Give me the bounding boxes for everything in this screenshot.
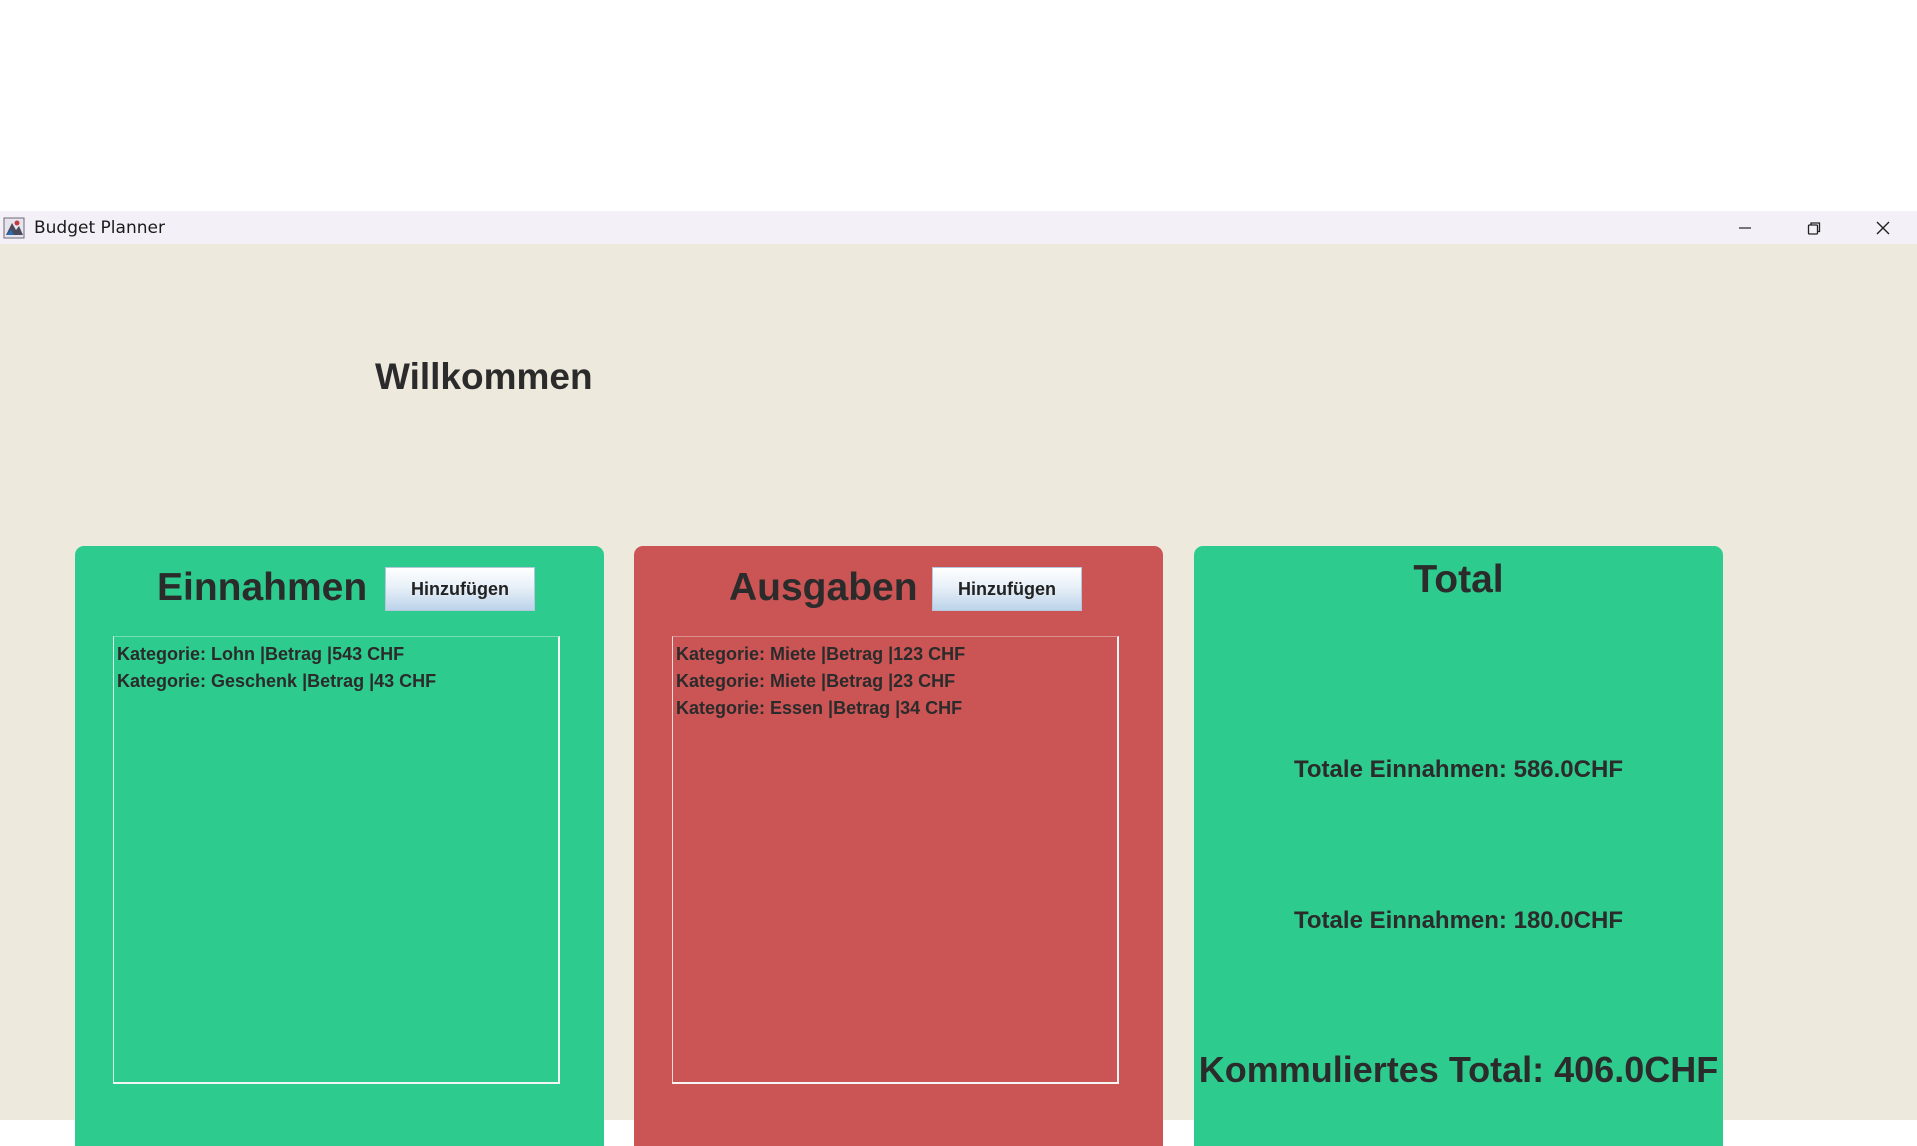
desktop-area-top [0, 0, 1917, 211]
window-title: Budget Planner [34, 217, 165, 238]
expense-list[interactable]: Kategorie: Miete |Betrag |123 CHF Katego… [672, 636, 1119, 1084]
income-list-item[interactable]: Kategorie: Geschenk |Betrag |43 CHF [114, 668, 558, 695]
total-expense-label: Totale Einnahmen: 180.0CHF [1294, 907, 1623, 934]
restore-button[interactable] [1779, 211, 1848, 244]
window-titlebar[interactable]: Budget Planner [0, 211, 1917, 244]
income-title: Einnahmen [157, 566, 368, 609]
expense-list-item[interactable]: Kategorie: Miete |Betrag |123 CHF [673, 641, 1117, 668]
income-list[interactable]: Kategorie: Lohn |Betrag |543 CHF Kategor… [113, 636, 560, 1084]
income-panel: Einnahmen Hinzufügen Kategorie: Lohn |Be… [75, 546, 604, 1146]
close-icon [1876, 221, 1889, 234]
total-panel: Total Totale Einnahmen: 586.0CHF Totale … [1194, 546, 1723, 1146]
add-expense-button[interactable]: Hinzufügen [932, 567, 1082, 611]
welcome-heading: Willkommen [375, 356, 593, 397]
cumulative-total-label: Kommuliertes Total: 406.0CHF [1198, 1049, 1719, 1090]
minimize-button[interactable] [1710, 211, 1779, 244]
expense-list-item[interactable]: Kategorie: Essen |Betrag |34 CHF [673, 695, 1117, 722]
restore-icon [1807, 221, 1820, 235]
expense-title: Ausgaben [729, 566, 918, 609]
add-income-button[interactable]: Hinzufügen [385, 567, 535, 611]
window-controls [1710, 211, 1917, 244]
close-button[interactable] [1848, 211, 1917, 244]
expense-list-item[interactable]: Kategorie: Miete |Betrag |23 CHF [673, 668, 1117, 695]
main-content: Willkommen Einnahmen Hinzufügen Kategori… [0, 244, 1917, 1146]
income-list-item[interactable]: Kategorie: Lohn |Betrag |543 CHF [114, 641, 558, 668]
expense-panel: Ausgaben Hinzufügen Kategorie: Miete |Be… [634, 546, 1163, 1146]
total-title: Total [1413, 558, 1504, 601]
app-icon [2, 216, 26, 240]
total-income-label: Totale Einnahmen: 586.0CHF [1294, 756, 1623, 783]
minimize-icon [1738, 226, 1751, 229]
